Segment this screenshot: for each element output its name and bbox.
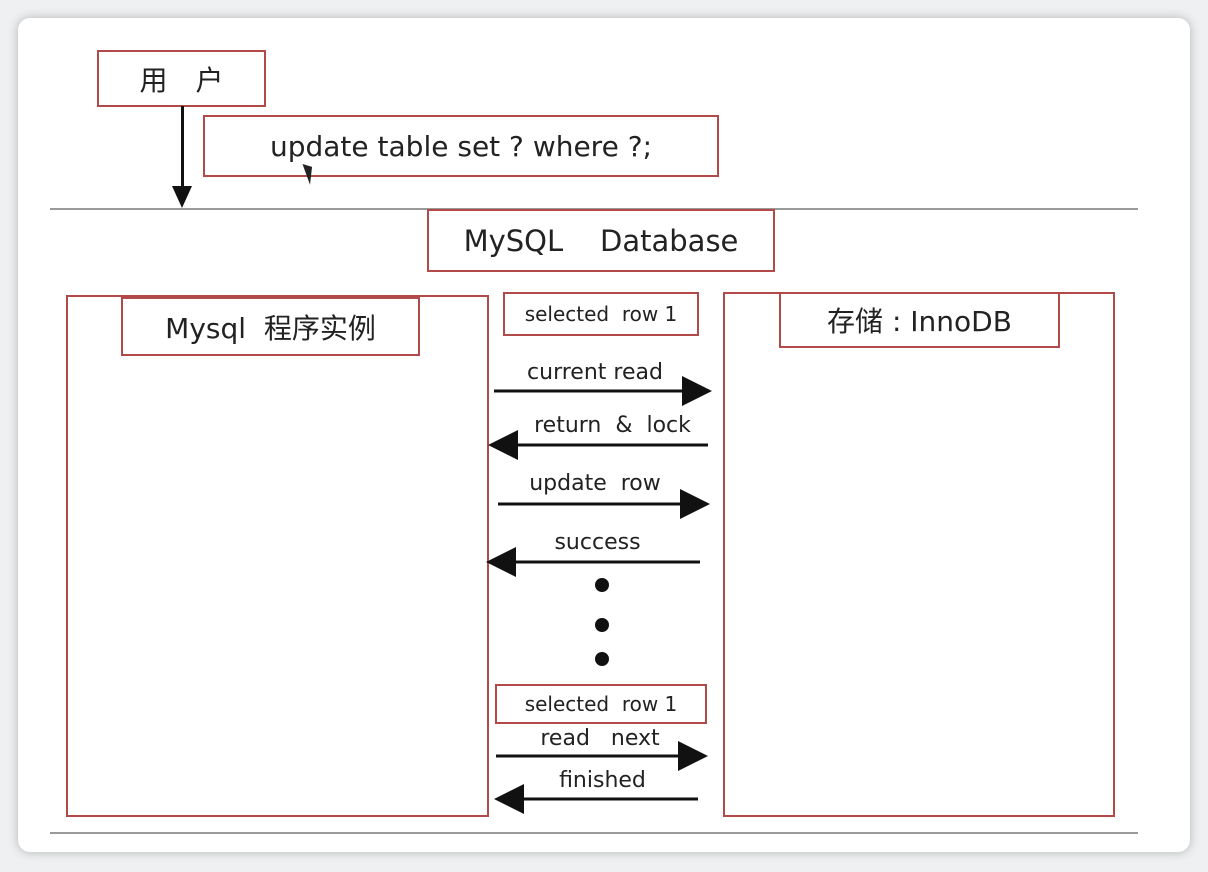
- message-return-lock-label: return & lock: [534, 413, 691, 438]
- message-read-next-label: read next: [540, 726, 660, 751]
- storage-label: 存储 : InnoDB: [827, 305, 1012, 338]
- top-selected-row-label: selected row 1: [524, 302, 678, 326]
- storage-container: [723, 292, 1115, 817]
- user-down-arrow-line: [181, 106, 184, 188]
- mysql-instance-container: [66, 295, 489, 817]
- message-finished-label: finished: [559, 768, 646, 793]
- user-label: 用 户: [139, 63, 224, 97]
- message-update-row-label: update row: [529, 471, 661, 496]
- bottom-divider: [50, 832, 1138, 834]
- mysql-database-label: MySQL Database: [463, 223, 739, 258]
- sql-statement-label: update table set ? where ?;: [269, 129, 653, 163]
- ellipsis-dot-1: [595, 578, 609, 592]
- user-down-arrowhead: [172, 186, 192, 208]
- message-success-label: success: [554, 530, 641, 555]
- ellipsis-dot-3: [595, 652, 609, 666]
- bottom-selected-row-label: selected row 1: [524, 692, 678, 716]
- mysql-instance-label: Mysql 程序实例: [165, 311, 376, 345]
- message-current-read-label: current read: [527, 360, 663, 385]
- ellipsis-dot-2: [595, 618, 609, 632]
